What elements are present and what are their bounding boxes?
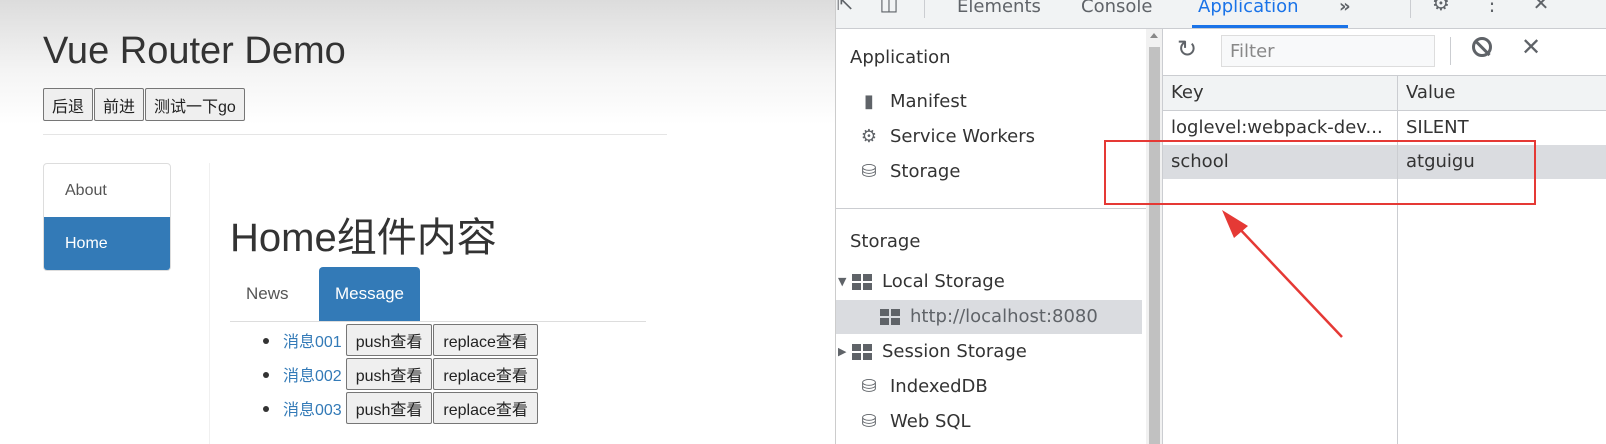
sidebar-item-label: Manifest <box>890 91 967 112</box>
sidenav-item-home[interactable]: Home <box>44 217 170 270</box>
database-icon: ⛁ <box>861 411 877 432</box>
sidebar-item-localhost-origin[interactable]: http://localhost:8080 <box>836 300 1142 334</box>
table-header: Key Value <box>1163 76 1606 111</box>
home-title: Home组件内容 <box>230 216 497 260</box>
sidebar-item-session-storage[interactable]: ▶ Session Storage <box>838 335 1027 369</box>
refresh-icon[interactable]: ↻ <box>1177 35 1197 63</box>
sidebar-item-label: Session Storage <box>882 341 1027 362</box>
tab-elements[interactable]: Elements <box>957 0 1041 26</box>
tab-application[interactable]: Application <box>1198 0 1299 26</box>
sidebar-item-local-storage[interactable]: ▼ Local Storage <box>838 265 1005 299</box>
column-header-key[interactable]: Key <box>1171 76 1393 110</box>
sidebar-item-websql[interactable]: ⛁ Web SQL <box>858 405 971 439</box>
message-link[interactable]: 消息003 <box>283 396 342 420</box>
bullet <box>263 406 269 412</box>
replace-view-button[interactable]: replace查看 <box>433 324 538 356</box>
device-toggle-icon[interactable]: ◫ <box>876 0 902 18</box>
storage-main-panel: ↻ ✕ Key Value loglevel:webpack-dev... SI… <box>1163 29 1606 444</box>
toolbar-separator <box>924 0 925 18</box>
sidebar-scrollbar[interactable] <box>1146 29 1162 444</box>
clear-all-icon[interactable] <box>1472 37 1492 57</box>
close-icon[interactable]: ✕ <box>1528 0 1554 18</box>
forward-button[interactable]: 前进 <box>94 88 145 121</box>
push-view-button[interactable]: push查看 <box>345 358 433 390</box>
list-item: 消息003 push查看 replace查看 <box>263 391 538 425</box>
scrollbar-thumb[interactable] <box>1149 47 1160 444</box>
vue-app: Vue Router Demo 后退 前进 测试一下go About Home … <box>0 0 835 444</box>
sidebar-item-storage[interactable]: ⛁ Storage <box>858 155 960 189</box>
column-divider <box>1397 76 1398 444</box>
kebab-menu-icon[interactable]: ⋮ <box>1479 0 1505 18</box>
home-tabs: News Message <box>230 267 646 322</box>
scroll-up-arrow-icon[interactable] <box>1150 33 1158 38</box>
message-link[interactable]: 消息002 <box>283 362 342 386</box>
delete-selected-icon[interactable]: ✕ <box>1521 33 1541 61</box>
push-view-button[interactable]: push查看 <box>345 324 433 356</box>
list-item: 消息001 push查看 replace查看 <box>263 323 538 357</box>
table-icon <box>852 274 872 290</box>
header-divider <box>43 134 667 135</box>
side-nav: About Home <box>43 163 171 271</box>
table-icon <box>880 309 900 325</box>
sidebar-item-indexeddb[interactable]: ⛁ IndexedDB <box>858 370 988 404</box>
sidebar-heading-storage: Storage <box>850 231 921 252</box>
gear-icon: ⚙ <box>860 126 878 147</box>
sidebar-item-label: Service Workers <box>890 126 1036 147</box>
router-nav-buttons: 后退 前进 测试一下go <box>43 88 246 121</box>
sidebar-heading-application: Application <box>850 47 951 68</box>
expand-down-icon[interactable]: ▼ <box>838 265 852 299</box>
sidebar-item-label: http://localhost:8080 <box>910 306 1098 327</box>
active-tab-indicator <box>1192 25 1348 28</box>
bullet <box>263 372 269 378</box>
sidebar-divider <box>836 208 1146 209</box>
database-icon: ⛁ <box>861 376 877 397</box>
table-icon <box>852 344 872 360</box>
sidebar-item-label: Local Storage <box>882 271 1005 292</box>
tab-console[interactable]: Console <box>1081 0 1152 26</box>
replace-view-button[interactable]: replace查看 <box>433 392 538 424</box>
expand-right-icon[interactable]: ▶ <box>838 335 852 369</box>
filter-input[interactable] <box>1221 35 1435 67</box>
column-header-value[interactable]: Value <box>1406 76 1596 110</box>
message-list: 消息001 push查看 replace查看 消息002 push查看 repl… <box>263 323 538 425</box>
push-view-button[interactable]: push查看 <box>345 392 433 424</box>
devtools-panel: ⇱ ◫ Elements Console Application » ⚙ ⋮ ✕… <box>835 0 1606 444</box>
tab-news[interactable]: News <box>230 267 305 321</box>
bullet <box>263 338 269 344</box>
tab-message[interactable]: Message <box>319 267 420 321</box>
back-button[interactable]: 后退 <box>43 88 94 121</box>
more-tabs-button[interactable]: » <box>1339 0 1351 26</box>
sidebar-item-manifest[interactable]: ▮ Manifest <box>858 85 967 119</box>
file-icon: ▮ <box>864 91 874 112</box>
inspect-element-icon[interactable]: ⇱ <box>836 0 858 18</box>
sidebar-item-service-workers[interactable]: ⚙ Service Workers <box>858 120 1035 154</box>
sidebar-item-label: Storage <box>890 161 961 182</box>
sidebar-item-label: IndexedDB <box>890 376 988 397</box>
replace-view-button[interactable]: replace查看 <box>433 358 538 390</box>
application-sidebar: Application ▮ Manifest ⚙ Service Workers… <box>836 29 1163 444</box>
toolbar-separator <box>1450 37 1451 65</box>
toolbar-separator <box>1410 0 1411 18</box>
storage-toolbar: ↻ ✕ <box>1163 29 1606 76</box>
devtools-toolbar: ⇱ ◫ Elements Console Application » ⚙ ⋮ ✕ <box>836 0 1606 29</box>
sidebar-item-label: Web SQL <box>890 411 971 432</box>
app-title: Vue Router Demo <box>43 30 346 72</box>
list-item: 消息002 push查看 replace查看 <box>263 357 538 391</box>
sidenav-item-about[interactable]: About <box>44 164 170 217</box>
annotation-highlight-box <box>1104 140 1536 205</box>
message-link[interactable]: 消息001 <box>283 328 342 352</box>
gear-icon[interactable]: ⚙ <box>1428 0 1454 18</box>
test-go-button[interactable]: 测试一下go <box>145 88 245 121</box>
database-icon: ⛁ <box>861 161 877 182</box>
